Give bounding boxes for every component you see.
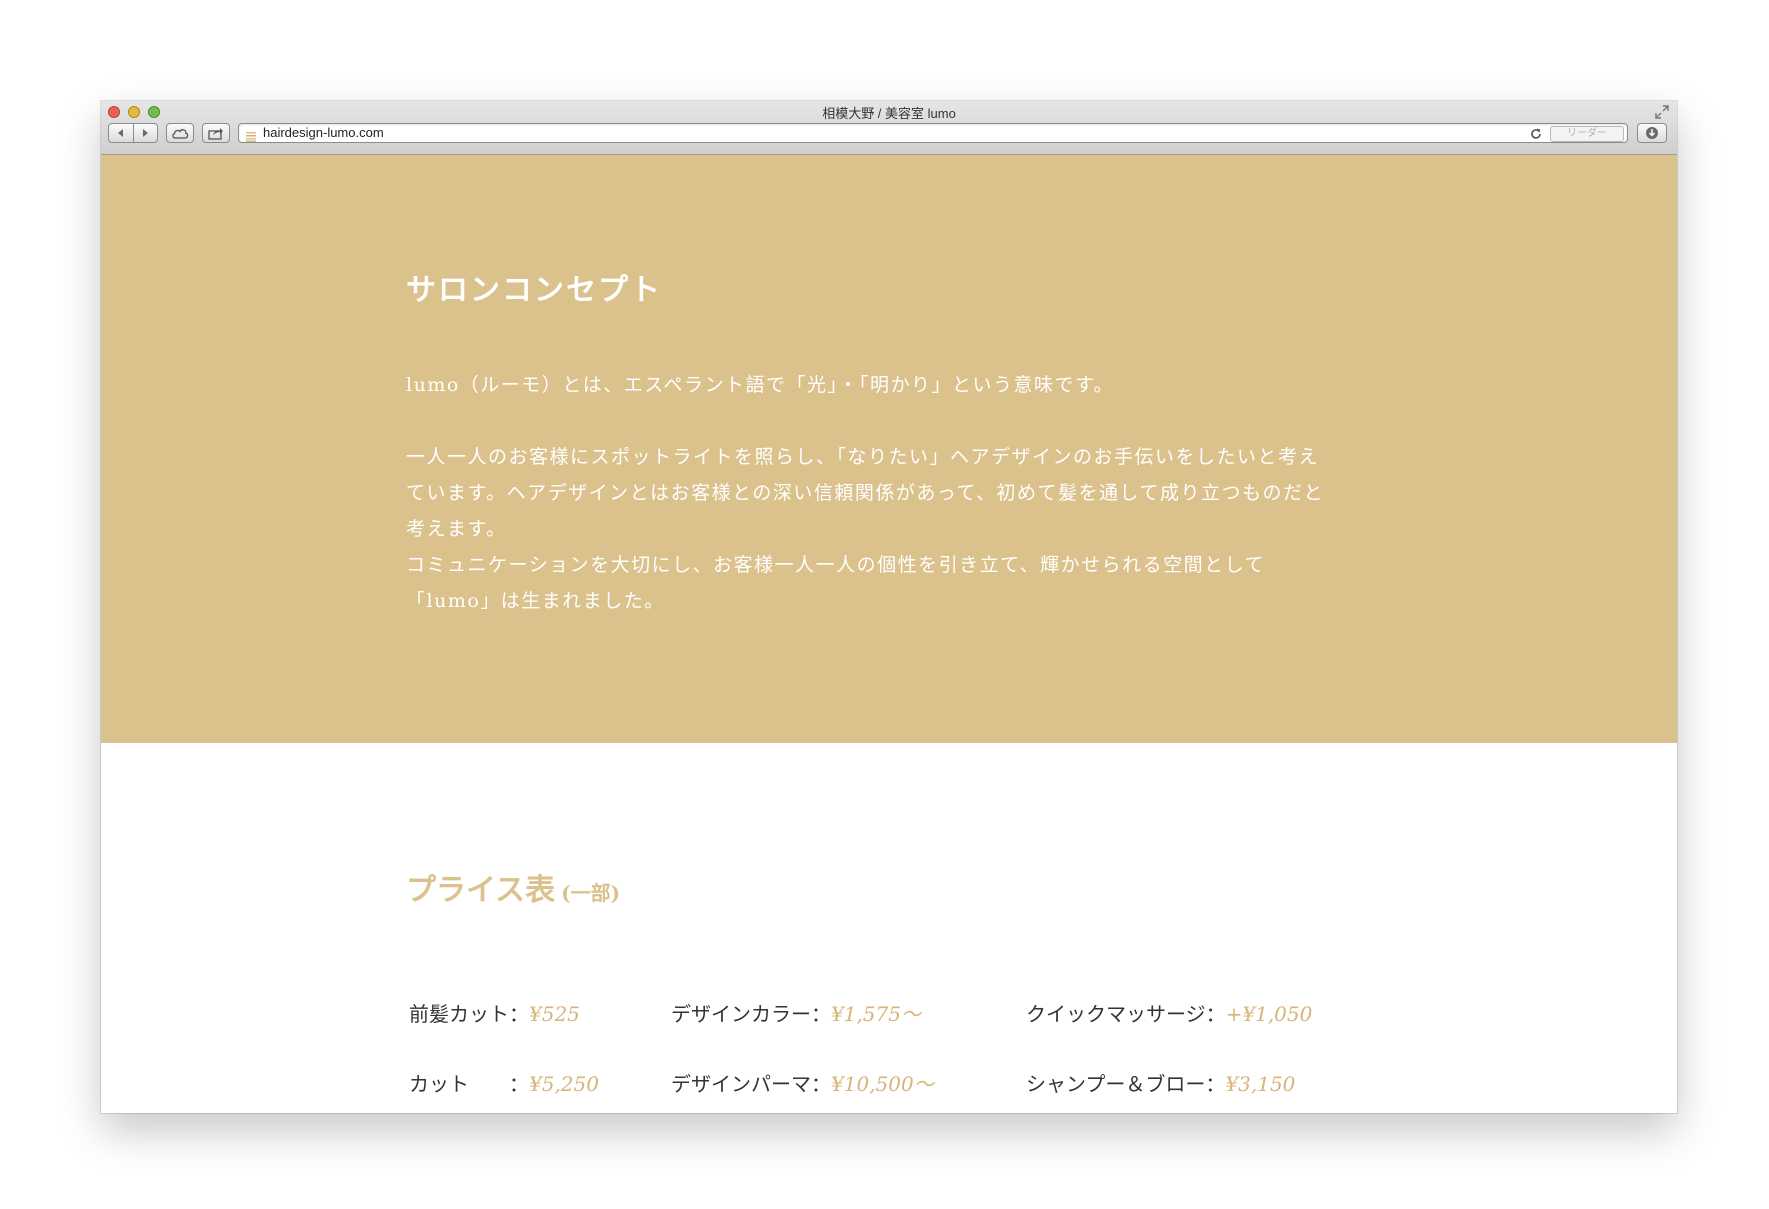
reload-icon[interactable]: [1529, 126, 1543, 140]
downloads-button[interactable]: [1637, 123, 1667, 143]
reader-button[interactable]: リーダー: [1550, 126, 1624, 142]
concept-line: lumo（ルーモ）とは、エスペラント語で「光」・「明かり」という意味です。: [406, 374, 1115, 396]
price-item: デザインカラー：¥1,575〜: [671, 998, 921, 1027]
concept-line: 考えます。: [406, 518, 507, 540]
browser-window: 相模大野 / 美容室 lumo hairdesign-lumo.com リーダー…: [101, 101, 1677, 1113]
icloud-tabs-button[interactable]: [166, 123, 194, 143]
forward-button[interactable]: [133, 124, 157, 142]
price-value: ¥10,500〜: [831, 1072, 934, 1096]
icloud-icon: [172, 129, 189, 139]
concept-title: サロンコンセプト: [406, 273, 662, 308]
price-value: ¥3,150: [1225, 1072, 1296, 1096]
price-value: ¥5,250: [529, 1072, 599, 1096]
price-label: デザインカラー：: [671, 1002, 831, 1026]
price-item: 前髪カット：¥525: [409, 998, 580, 1027]
price-title-text: プライス表: [406, 873, 556, 908]
concept-line: 一人一人のお客様にスポットライトを照らし、「なりたい」ヘアデザインのお手伝いをし…: [406, 446, 1320, 468]
price-label: カット ：: [409, 1072, 529, 1096]
concept-line: ています。ヘアデザインとはお客様との深い信頼関係があって、初めて髪を通して成り立…: [406, 482, 1324, 504]
address-bar[interactable]: hairdesign-lumo.com リーダー: [238, 123, 1628, 143]
fullscreen-icon[interactable]: [1655, 104, 1669, 119]
concept-spacer: [406, 403, 1366, 439]
price-label: デザインパーマ：: [671, 1072, 831, 1096]
price-item: デザインパーマ：¥10,500〜: [671, 1068, 934, 1097]
back-button[interactable]: [109, 124, 134, 142]
back-arrow-icon: [118, 129, 123, 137]
salon-concept-section: サロンコンセプト lumo（ルーモ）とは、エスペラント語で「光」・「明かり」とい…: [101, 155, 1677, 743]
price-table-title: プライス表 (一部): [406, 865, 620, 909]
concept-line: コミュニケーションを大切にし、お客様一人一人の個性を引き立て、輝かせられる空間と…: [406, 554, 1266, 576]
url-text: hairdesign-lumo.com: [263, 125, 384, 140]
forward-arrow-icon: [143, 129, 148, 137]
share-icon: [208, 127, 223, 140]
share-button[interactable]: [202, 123, 230, 143]
price-item: クイックマッサージ：+¥1,050: [1026, 998, 1312, 1027]
price-label: シャンプー＆ブロー：: [1026, 1072, 1226, 1096]
price-label: 前髪カット：: [409, 1002, 529, 1026]
nav-button-group: [108, 123, 158, 143]
price-value: ¥1,575〜: [831, 1002, 921, 1026]
price-value: ¥525: [529, 1002, 580, 1026]
concept-line: 「lumo」は生まれました。: [406, 590, 665, 612]
favicon-icon: [245, 127, 257, 142]
window-title: 相模大野 / 美容室 lumo: [822, 106, 956, 121]
page-content: サロンコンセプト lumo（ルーモ）とは、エスペラント語で「光」・「明かり」とい…: [101, 155, 1677, 1113]
download-icon: [1646, 127, 1658, 139]
browser-toolbar: 相模大野 / 美容室 lumo hairdesign-lumo.com リーダー: [101, 101, 1677, 155]
price-item: カット ：¥5,250: [409, 1068, 599, 1097]
concept-body: lumo（ルーモ）とは、エスペラント語で「光」・「明かり」という意味です。 一人…: [406, 367, 1366, 619]
price-value: +¥1,050: [1225, 1002, 1313, 1026]
price-title-subtitle: (一部): [561, 881, 621, 905]
price-label: クイックマッサージ：: [1026, 1002, 1226, 1026]
price-item: シャンプー＆ブロー：¥3,150: [1026, 1068, 1295, 1097]
